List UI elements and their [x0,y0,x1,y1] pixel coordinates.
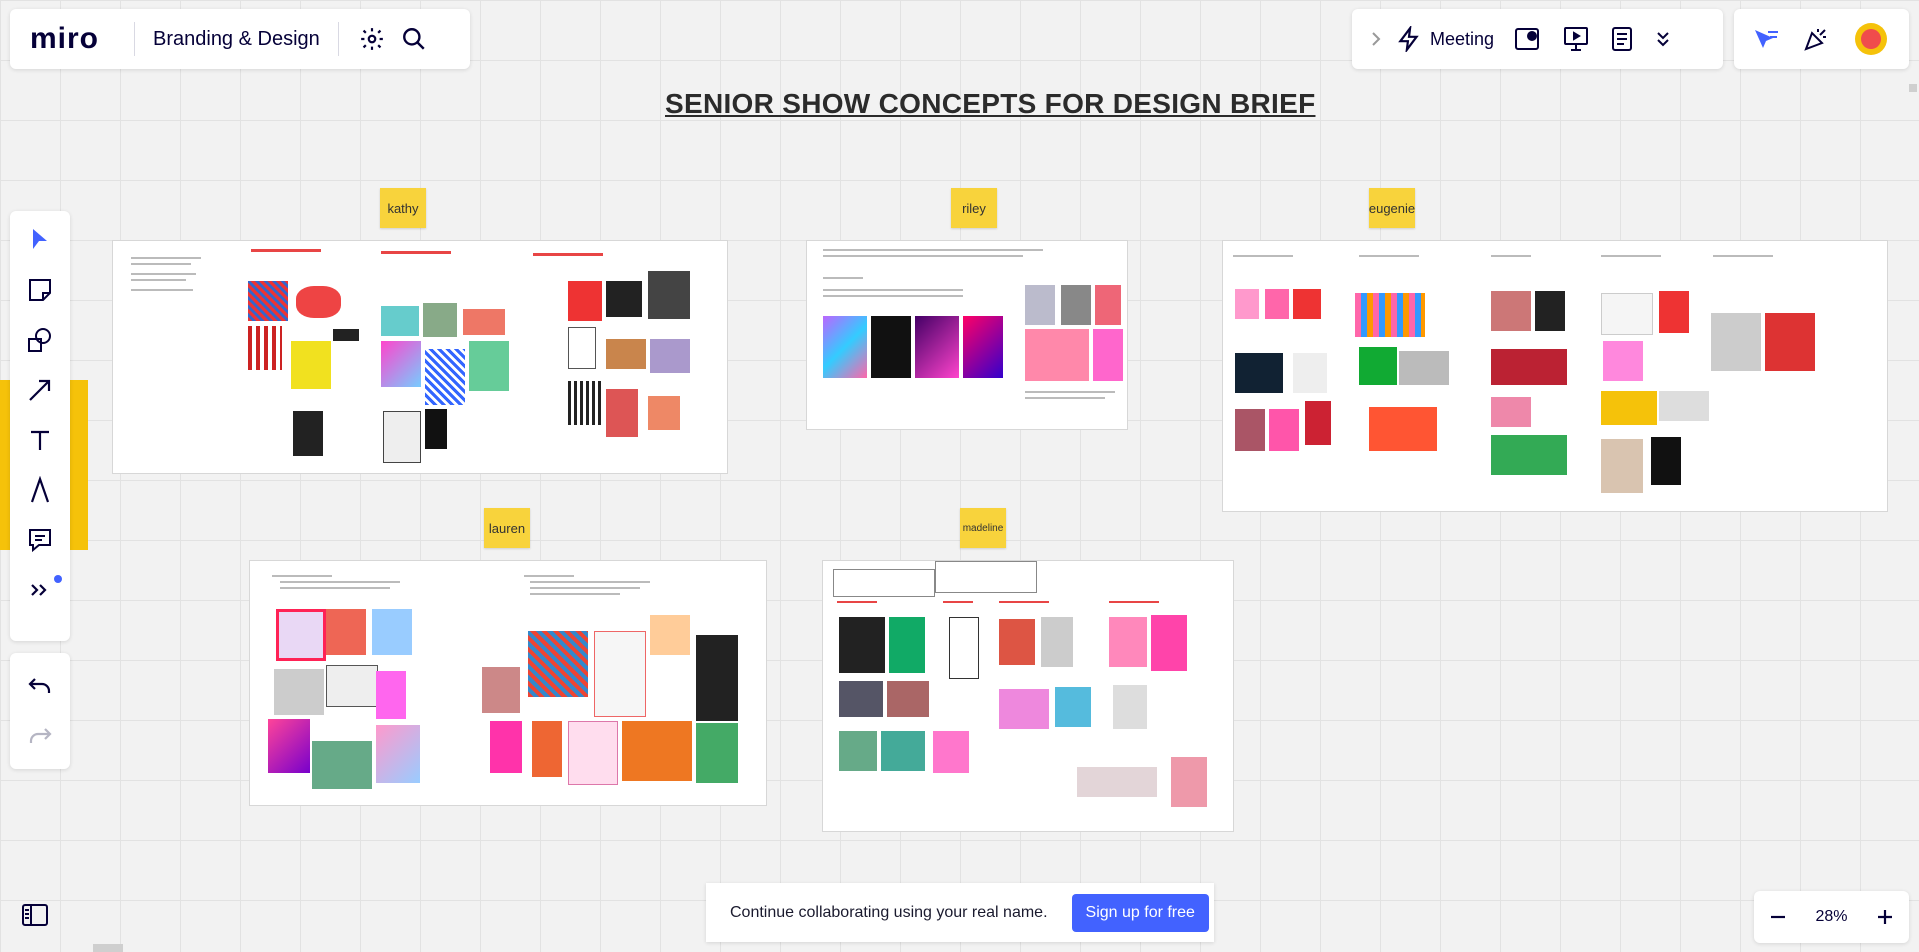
select-icon [29,227,51,253]
frame-lauren[interactable] [249,560,767,806]
zoom-level[interactable]: 28% [1815,908,1847,926]
collaboration-toolbar: Meeting [1352,9,1723,69]
divider [337,22,339,56]
more-tools-button[interactable] [10,565,70,615]
comment-tool[interactable] [10,515,70,565]
vertical-scrollbar[interactable] [1909,84,1917,92]
sticky-note-tool[interactable] [10,265,70,315]
divider [134,22,135,56]
sticky-note[interactable]: lauren [484,508,530,548]
frame-kathy[interactable] [112,240,728,474]
notes-icon[interactable] [1610,26,1634,52]
zoom-controls: 28% [1754,891,1909,943]
shapes-icon [26,326,54,354]
pen-tool[interactable] [10,465,70,515]
text-icon [27,427,53,453]
arrow-icon [27,377,53,403]
frame-eugenie[interactable] [1222,240,1888,512]
shapes-tool[interactable] [10,315,70,365]
history-panel [10,653,70,769]
undo-button[interactable] [10,661,70,711]
lightning-icon[interactable] [1396,26,1422,52]
avatar[interactable] [1854,22,1888,56]
board-title[interactable]: Branding & Design [153,28,320,51]
redo-button[interactable] [10,711,70,761]
meeting-button[interactable]: Meeting [1430,29,1494,50]
undo-icon [27,675,53,697]
sticky-note[interactable]: eugenie [1369,188,1415,228]
sidebar-toggle[interactable] [15,895,55,935]
confetti-icon[interactable] [1802,25,1830,53]
signup-notice: Continue collaborating using your real n… [706,883,1214,942]
miro-logo[interactable]: miro [30,22,122,56]
pen-icon [27,476,53,504]
text-tool[interactable] [10,415,70,465]
board-header: miro Branding & Design [10,9,470,69]
comment-icon [27,527,53,553]
cursor-flag-icon[interactable] [1752,26,1780,52]
zoom-out-icon[interactable] [1768,907,1788,927]
sign-up-button[interactable]: Sign up for free [1071,893,1209,932]
search-icon[interactable] [401,26,427,52]
sticky-note[interactable]: madeline [960,508,1006,548]
double-chevron-down-icon[interactable] [1654,30,1672,48]
horizontal-scrollbar[interactable] [93,944,123,952]
zoom-in-icon[interactable] [1875,907,1895,927]
frame-riley[interactable] [806,240,1128,430]
user-toolbar [1734,9,1909,69]
frame-madeline[interactable] [822,560,1234,832]
board-heading[interactable]: SENIOR SHOW CONCEPTS FOR DESIGN BRIEF [665,88,1315,120]
select-tool[interactable] [10,215,70,265]
sticky-note-icon [27,277,53,303]
sidebar-icon [15,895,55,935]
connection-line-tool[interactable] [10,365,70,415]
notice-text: Continue collaborating using your real n… [730,903,1048,921]
sticky-note[interactable]: riley [951,188,997,228]
notification-dot [54,575,62,583]
more-tools-icon [29,581,51,599]
chevron-right-icon[interactable] [1370,31,1382,47]
sticky-note[interactable]: kathy [380,188,426,228]
presentation-icon[interactable] [1562,25,1590,53]
interactive-icon[interactable] [1514,26,1542,52]
settings-icon[interactable] [359,26,385,52]
redo-icon [27,725,53,747]
tools-panel [10,211,70,641]
